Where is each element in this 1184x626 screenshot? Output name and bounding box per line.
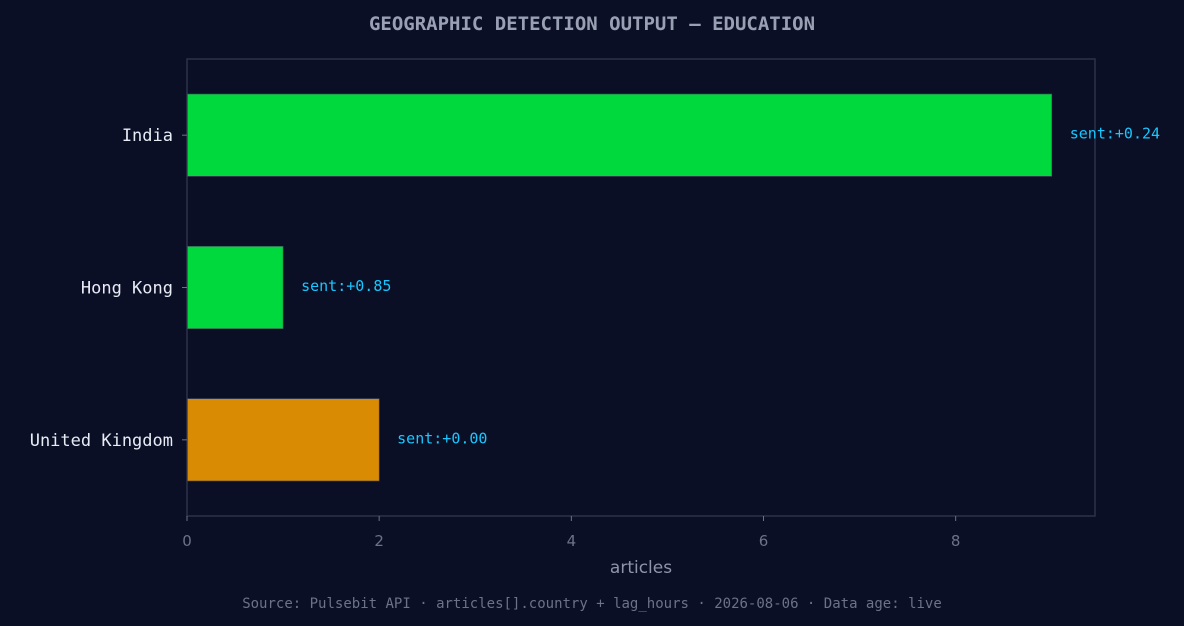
data-label: sent:+0.24: [1070, 125, 1160, 143]
x-axis-label: articles: [610, 558, 672, 578]
category-label: India: [122, 126, 173, 146]
value-axis: 0 2 4 6 8: [182, 516, 960, 550]
x-tick-label: 4: [567, 532, 577, 550]
bar-india: [187, 93, 1053, 177]
bars-layer: sent:+0.24 sent:+0.85 sent:+0.00: [187, 93, 1160, 482]
bar-chart: GEOGRAPHIC DETECTION OUTPUT — EDUCATION …: [30, 13, 1160, 612]
data-label: sent:+0.85: [301, 277, 391, 295]
x-tick-label: 6: [759, 532, 769, 550]
category-label: Hong Kong: [81, 279, 173, 299]
x-tick-label: 2: [374, 532, 384, 550]
data-label: sent:+0.00: [397, 429, 487, 447]
chart-title: GEOGRAPHIC DETECTION OUTPUT — EDUCATION: [369, 13, 815, 35]
source-note: Source: Pulsebit API · articles[].countr…: [242, 596, 942, 612]
category-axis: India Hong Kong United Kingdom: [30, 126, 187, 451]
bar-hong-kong: [187, 246, 284, 329]
bar-united-kingdom: [187, 398, 380, 482]
x-tick-label: 0: [182, 532, 192, 550]
x-tick-label: 8: [951, 532, 961, 550]
chart-container: GEOGRAPHIC DETECTION OUTPUT — EDUCATION …: [0, 0, 1184, 626]
category-label: United Kingdom: [30, 431, 173, 451]
